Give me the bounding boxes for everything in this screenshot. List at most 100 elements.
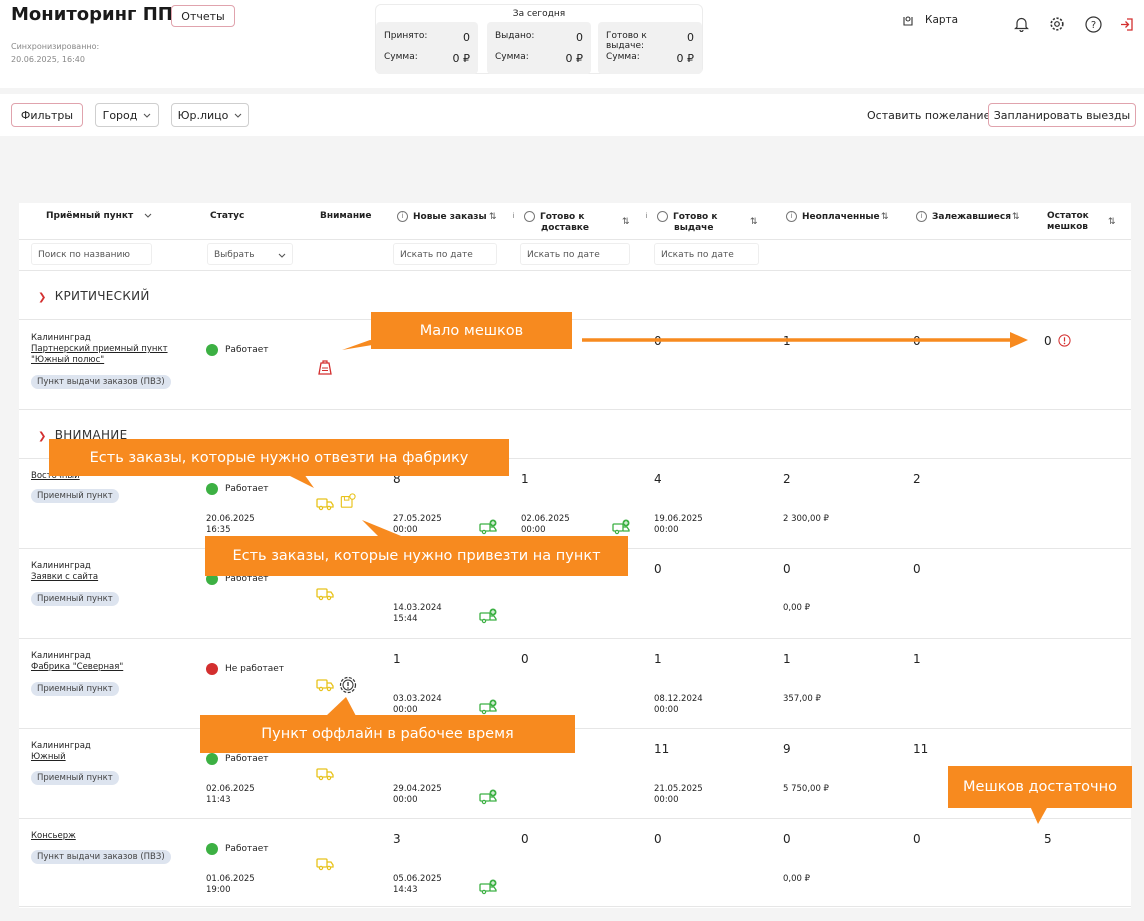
status-datetime: 01.06.2025 19:00 bbox=[206, 874, 255, 896]
sync-info: Синхронизированно: 20.06.2025, 16:40 bbox=[11, 40, 99, 66]
point-name-link[interactable]: Заявки с сайта bbox=[31, 572, 98, 583]
new-orders-date-search[interactable]: Искать по дате bbox=[393, 243, 497, 265]
truck-factory-icon[interactable] bbox=[316, 855, 334, 871]
city-dropdown[interactable]: Город bbox=[95, 103, 159, 127]
status-text: Работает bbox=[225, 754, 269, 764]
new-orders-datetime: 03.03.2024 00:00 bbox=[393, 694, 442, 716]
col-header-ready-issue[interactable]: i Готово к выдаче bbox=[646, 211, 737, 234]
truck-add-icon[interactable] bbox=[479, 789, 497, 805]
cell-unpaid: 9 bbox=[783, 742, 791, 756]
divider bbox=[19, 906, 1131, 907]
cell-ready-issue: 11 bbox=[654, 742, 670, 756]
filters-button[interactable]: Фильтры bbox=[11, 103, 83, 127]
status-cell: Работает bbox=[206, 483, 269, 495]
point-name-link[interactable]: Партнерский приемный пункт "Южный полюс" bbox=[31, 344, 181, 366]
stat-value: 0 ₽ bbox=[452, 52, 471, 65]
sort-icon[interactable]: ⇅ bbox=[1108, 217, 1116, 227]
cell-ready-issue: 0 bbox=[654, 562, 662, 576]
table-row-point: Консьерж bbox=[31, 831, 76, 842]
unpaid-sum: 5 750,00 ₽ bbox=[783, 784, 829, 794]
truck-factory-icon[interactable] bbox=[316, 676, 334, 692]
status-dot bbox=[206, 344, 218, 356]
cell-bags: 5 bbox=[1044, 832, 1052, 846]
sort-icon[interactable]: ⇅ bbox=[1012, 212, 1020, 222]
truck-factory-icon[interactable] bbox=[316, 765, 334, 781]
feedback-link[interactable]: Оставить пожелание bbox=[867, 109, 990, 122]
status-select[interactable]: Выбрать bbox=[207, 243, 293, 265]
date: 08.12.2024 bbox=[654, 694, 703, 704]
sort-icon[interactable]: ⇅ bbox=[750, 217, 758, 227]
info-icon[interactable]: i bbox=[397, 211, 408, 222]
col-header-point[interactable]: Приёмный пункт bbox=[46, 211, 152, 222]
box-to-point-icon[interactable] bbox=[339, 493, 357, 509]
map-link[interactable]: Карта bbox=[902, 14, 958, 26]
truck-add-icon[interactable] bbox=[479, 519, 497, 535]
status-select-value: Выбрать bbox=[214, 250, 255, 260]
point-city: Калининград bbox=[31, 561, 91, 571]
status-time: 11:43 bbox=[206, 795, 231, 805]
help-icon[interactable]: ? bbox=[1084, 15, 1102, 33]
plan-trips-button[interactable]: Запланировать выезды bbox=[988, 103, 1136, 127]
logout-icon[interactable] bbox=[1117, 15, 1135, 33]
ready-delivery-datetime: 02.06.2025 00:00 bbox=[521, 514, 570, 536]
sort-icon[interactable]: ⇅ bbox=[489, 212, 497, 222]
legal-entity-dropdown[interactable]: Юр.лицо bbox=[171, 103, 249, 127]
info-icon[interactable]: i bbox=[513, 211, 535, 222]
truck-add-icon[interactable] bbox=[479, 608, 497, 624]
sort-icon[interactable]: ⇅ bbox=[622, 217, 630, 227]
point-type-badge: Приемный пункт bbox=[31, 592, 119, 606]
date: 29.04.2025 bbox=[393, 784, 442, 794]
col-header-unpaid[interactable]: i Неоплаченные bbox=[786, 211, 880, 223]
cell-ready-issue: 0 bbox=[654, 832, 662, 846]
ready-issue-datetime: 21.05.2025 00:00 bbox=[654, 784, 703, 806]
cell-ready-issue: 1 bbox=[654, 652, 662, 666]
stat-label: Сумма: bbox=[495, 52, 529, 62]
group-critical[interactable]: ❯ КРИТИЧЕСКИЙ bbox=[38, 289, 150, 303]
ready-issue-date-search[interactable]: Искать по дате bbox=[654, 243, 759, 265]
table-row-point: Калининград Заявки с сайта bbox=[31, 561, 98, 583]
stat-label: Выдано: bbox=[495, 31, 535, 41]
info-icon[interactable]: i bbox=[916, 211, 927, 222]
col-header-ready-delivery[interactable]: i Готово к доставке bbox=[513, 211, 604, 234]
col-header-stale[interactable]: i Залежавшиеся bbox=[916, 211, 1011, 223]
new-orders-datetime: 14.03.2024 15:44 bbox=[393, 603, 442, 625]
truck-add-icon[interactable] bbox=[479, 879, 497, 895]
ready-delivery-date-search[interactable]: Искать по дате bbox=[520, 243, 630, 265]
bell-icon[interactable] bbox=[1012, 15, 1030, 33]
stat-value: 0 ₽ bbox=[565, 52, 584, 65]
info-icon[interactable]: i bbox=[646, 211, 668, 222]
status-text: Работает bbox=[225, 484, 269, 494]
point-name-link[interactable]: Южный bbox=[31, 752, 91, 763]
callout-to-point: Есть заказы, которые нужно привезти на п… bbox=[205, 536, 628, 576]
name-search-input[interactable]: Поиск по названию bbox=[31, 243, 152, 265]
stat-value: 0 bbox=[576, 31, 583, 44]
sync-time: 20.06.2025, 16:40 bbox=[11, 55, 85, 64]
warning-info-icon[interactable] bbox=[1058, 334, 1071, 347]
time: 14:43 bbox=[393, 885, 418, 895]
cell-new-orders: 1 bbox=[393, 652, 401, 666]
date: 05.06.2025 bbox=[393, 874, 442, 884]
point-city: Калининград bbox=[31, 333, 91, 343]
truck-add-icon[interactable] bbox=[612, 519, 630, 535]
ready-issue-datetime: 08.12.2024 00:00 bbox=[654, 694, 703, 716]
truck-factory-icon[interactable] bbox=[316, 585, 334, 601]
date: 03.03.2024 bbox=[393, 694, 442, 704]
truck-factory-icon[interactable] bbox=[316, 495, 334, 511]
cell-stale: 2 bbox=[913, 472, 921, 486]
col-header-new-orders[interactable]: i Новые заказы bbox=[397, 211, 487, 223]
info-icon[interactable]: i bbox=[786, 211, 797, 222]
table-row-point: Калининград Партнерский приемный пункт "… bbox=[31, 333, 181, 366]
col-header-stale-label: Залежавшиеся bbox=[932, 212, 1011, 222]
bag-low-icon[interactable] bbox=[316, 358, 334, 376]
point-name-link[interactable]: Фабрика "Северная" bbox=[31, 662, 123, 673]
offline-alert-icon[interactable] bbox=[339, 676, 357, 694]
gear-icon[interactable] bbox=[1048, 15, 1066, 33]
sort-icon[interactable]: ⇅ bbox=[881, 212, 889, 222]
reports-button[interactable]: Отчеты bbox=[171, 5, 235, 27]
point-name-link[interactable]: Консьерж bbox=[31, 831, 76, 842]
unpaid-sum: 2 300,00 ₽ bbox=[783, 514, 829, 524]
map-icon bbox=[903, 16, 913, 26]
date: 19.06.2025 bbox=[654, 514, 703, 524]
truck-add-icon[interactable] bbox=[479, 699, 497, 715]
city-dropdown-label: Город bbox=[102, 108, 138, 122]
